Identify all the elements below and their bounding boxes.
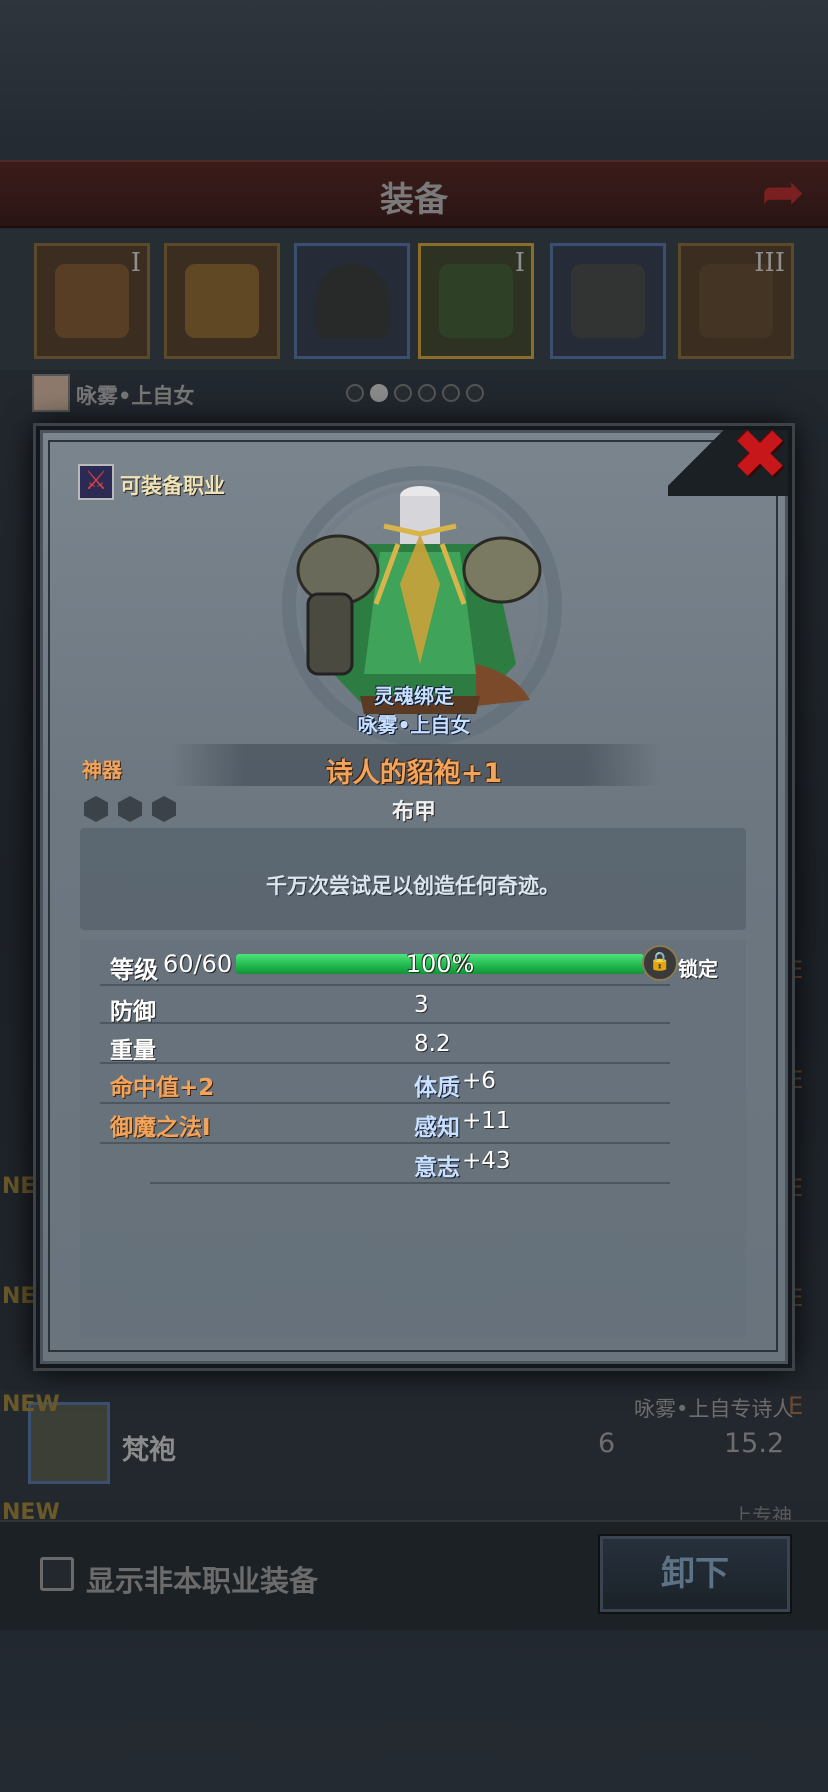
character-avatar[interactable] <box>32 374 70 412</box>
slot-weapon[interactable]: I <box>34 243 150 359</box>
item-type: 布甲 <box>391 800 436 825</box>
exp-progress-text: 100% <box>405 950 475 978</box>
unequip-button[interactable]: 卸下 <box>600 1536 790 1612</box>
stat-divider <box>100 1022 670 1024</box>
slot-boots[interactable] <box>550 243 666 359</box>
constitution-value: +6 <box>462 1068 496 1094</box>
back-arrow-icon[interactable]: ➦ <box>746 166 820 220</box>
slot-head[interactable] <box>294 243 410 359</box>
slot-tier: I <box>130 248 141 278</box>
slot-body[interactable]: I <box>418 243 534 359</box>
level-label: 等级 <box>110 956 158 984</box>
page-dot[interactable] <box>418 384 436 402</box>
weight-label: 重量 <box>110 1038 156 1064</box>
hit-bonus: 命中值+2 <box>110 1075 215 1101</box>
soulbound-label: 灵魂绑定 <box>374 684 454 708</box>
slot-tier: I <box>514 248 525 278</box>
perception-label: 感知 <box>414 1115 460 1141</box>
equippable-class-label[interactable]: 可装备职业 <box>120 470 225 500</box>
level-value: 60/60 <box>163 950 233 978</box>
page-dot[interactable] <box>466 384 484 402</box>
defense-value: 3 <box>414 992 429 1018</box>
will-label: 意志 <box>414 1155 460 1181</box>
boots-thumbnail <box>571 264 645 338</box>
slot-book[interactable]: III <box>678 243 794 359</box>
class-badge-icon: ⚔ <box>84 466 108 496</box>
new-badge: NEW <box>2 1392 60 1417</box>
page-dot[interactable] <box>394 384 412 402</box>
robe-thumbnail <box>439 264 513 338</box>
close-icon[interactable]: ✖ <box>728 422 792 490</box>
constitution-label: 体质 <box>414 1075 460 1101</box>
list-item-weight: 15.2 <box>724 1428 785 1459</box>
show-other-class-label[interactable]: 显示非本职业装备 <box>86 1558 318 1600</box>
stat-divider <box>150 1182 670 1184</box>
defense-label: 防御 <box>110 999 156 1025</box>
stat-divider <box>100 984 670 986</box>
list-item-class: 咏雾•上自专诗人 <box>634 1397 794 1421</box>
lock-icon: 🔒 <box>648 951 672 972</box>
will-value: +43 <box>462 1148 511 1174</box>
weapon-thumbnail <box>55 264 129 338</box>
offhand-thumbnail <box>185 264 259 338</box>
bound-owner-label: 咏雾•上自女 <box>357 713 471 737</box>
page-dot[interactable] <box>442 384 460 402</box>
stat-divider <box>100 1142 670 1144</box>
perception-value: +11 <box>462 1108 511 1134</box>
hood-thumbnail <box>315 264 389 338</box>
slot-offhand[interactable] <box>164 243 280 359</box>
row-edge-letter: E <box>788 1392 804 1420</box>
character-name: 咏雾•上自女 <box>76 384 195 408</box>
page-dot-active[interactable] <box>370 384 388 402</box>
page-dot[interactable] <box>346 384 364 402</box>
lock-label[interactable]: 锁定 <box>678 953 718 982</box>
page-title: 装备 <box>380 180 448 220</box>
slot-tier: III <box>754 248 785 278</box>
item-name: 诗人的貂袍+1 <box>325 758 503 789</box>
stat-divider <box>100 1102 670 1104</box>
show-other-class-checkbox[interactable] <box>40 1557 74 1591</box>
magic-resist-skill[interactable]: 御魔之法I <box>110 1108 211 1142</box>
list-item-defense: 6 <box>598 1428 616 1459</box>
list-item-name: 梵袍 <box>122 1435 176 1466</box>
stat-divider <box>100 1062 670 1064</box>
weight-value: 8.2 <box>414 1031 451 1057</box>
flavor-text: 千万次尝试足以创造任何奇迹。 <box>266 874 560 898</box>
